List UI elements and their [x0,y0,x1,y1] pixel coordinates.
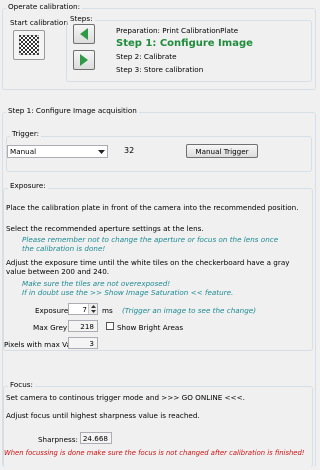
spinner-down-icon[interactable] [89,309,98,314]
arrow-right-icon [80,54,88,66]
step-preparation: Preparation: Print CalibrationPlate [116,26,239,35]
previous-step-button[interactable] [73,24,95,44]
exposure-time-input[interactable]: 7 [68,303,98,315]
focus-warning: When focussing is done make sure the foc… [4,449,305,457]
next-step-button[interactable] [73,50,95,70]
start-calibration-button[interactable] [13,30,45,60]
show-bright-areas-label[interactable]: Show Bright Areas [117,323,183,332]
step-3: Step 3: Store calibration [116,65,204,74]
exposure-instruction-2: Select the recommended aperture settings… [6,224,204,233]
exposure-note-1b: the calibration is done! [22,244,106,253]
exposure-note-1a: Please remember not to change the apertu… [22,235,279,244]
step-2: Step 2: Calibrate [116,52,177,61]
step1-title: Step 1: Configure Image acquisition [6,106,139,115]
pixels-max-value: 3 [68,337,98,349]
exposure-instruction-1: Place the calibration plate in front of … [6,203,299,212]
trigger-mode-value: Manual [10,147,37,156]
show-bright-areas-checkbox[interactable] [106,322,114,330]
exposure-time-value: 7 [82,304,87,314]
checkerboard-icon [19,35,39,55]
exposure-note-2b: If in doubt use the >> Show Image Satura… [22,288,234,297]
manual-trigger-button[interactable]: Manual Trigger [186,144,258,158]
focus-instruction-2: Adjust focus until highest sharpness val… [6,411,200,420]
focus-title: Focus: [8,380,35,389]
exposure-title: Exposure: [8,181,48,190]
dropdown-arrow-icon[interactable] [96,146,107,157]
exposure-time-hint: (Trigger an image to see the change) [122,306,256,315]
exposure-instruction-3a: Adjust the exposure time until the white… [6,258,290,267]
trigger-count: 32 [124,146,135,155]
exposure-time-spinner[interactable] [88,304,97,314]
exposure-time-unit: ms [102,306,113,315]
focus-instruction-1: Set camera to continous trigger mode and… [6,393,245,402]
arrow-left-icon [80,28,88,40]
start-calibration-label: Start calibration [10,18,68,27]
steps-label: Steps: [68,14,95,23]
sharpness-value: 24.668 [80,432,112,444]
trigger-title: Trigger: [10,129,42,138]
sharpness-label: Sharpness: [38,435,78,444]
operate-calibration-title: Operate calibration: [6,2,82,11]
exposure-instruction-3b: value between 200 and 240. [6,267,110,276]
step-1-current: Step 1: Configure Image [116,38,253,49]
exposure-note-2a: Make sure the tiles are not overexposed! [22,279,171,288]
trigger-mode-select[interactable]: Manual [7,145,108,158]
max-grey-value: 218 [68,320,98,332]
